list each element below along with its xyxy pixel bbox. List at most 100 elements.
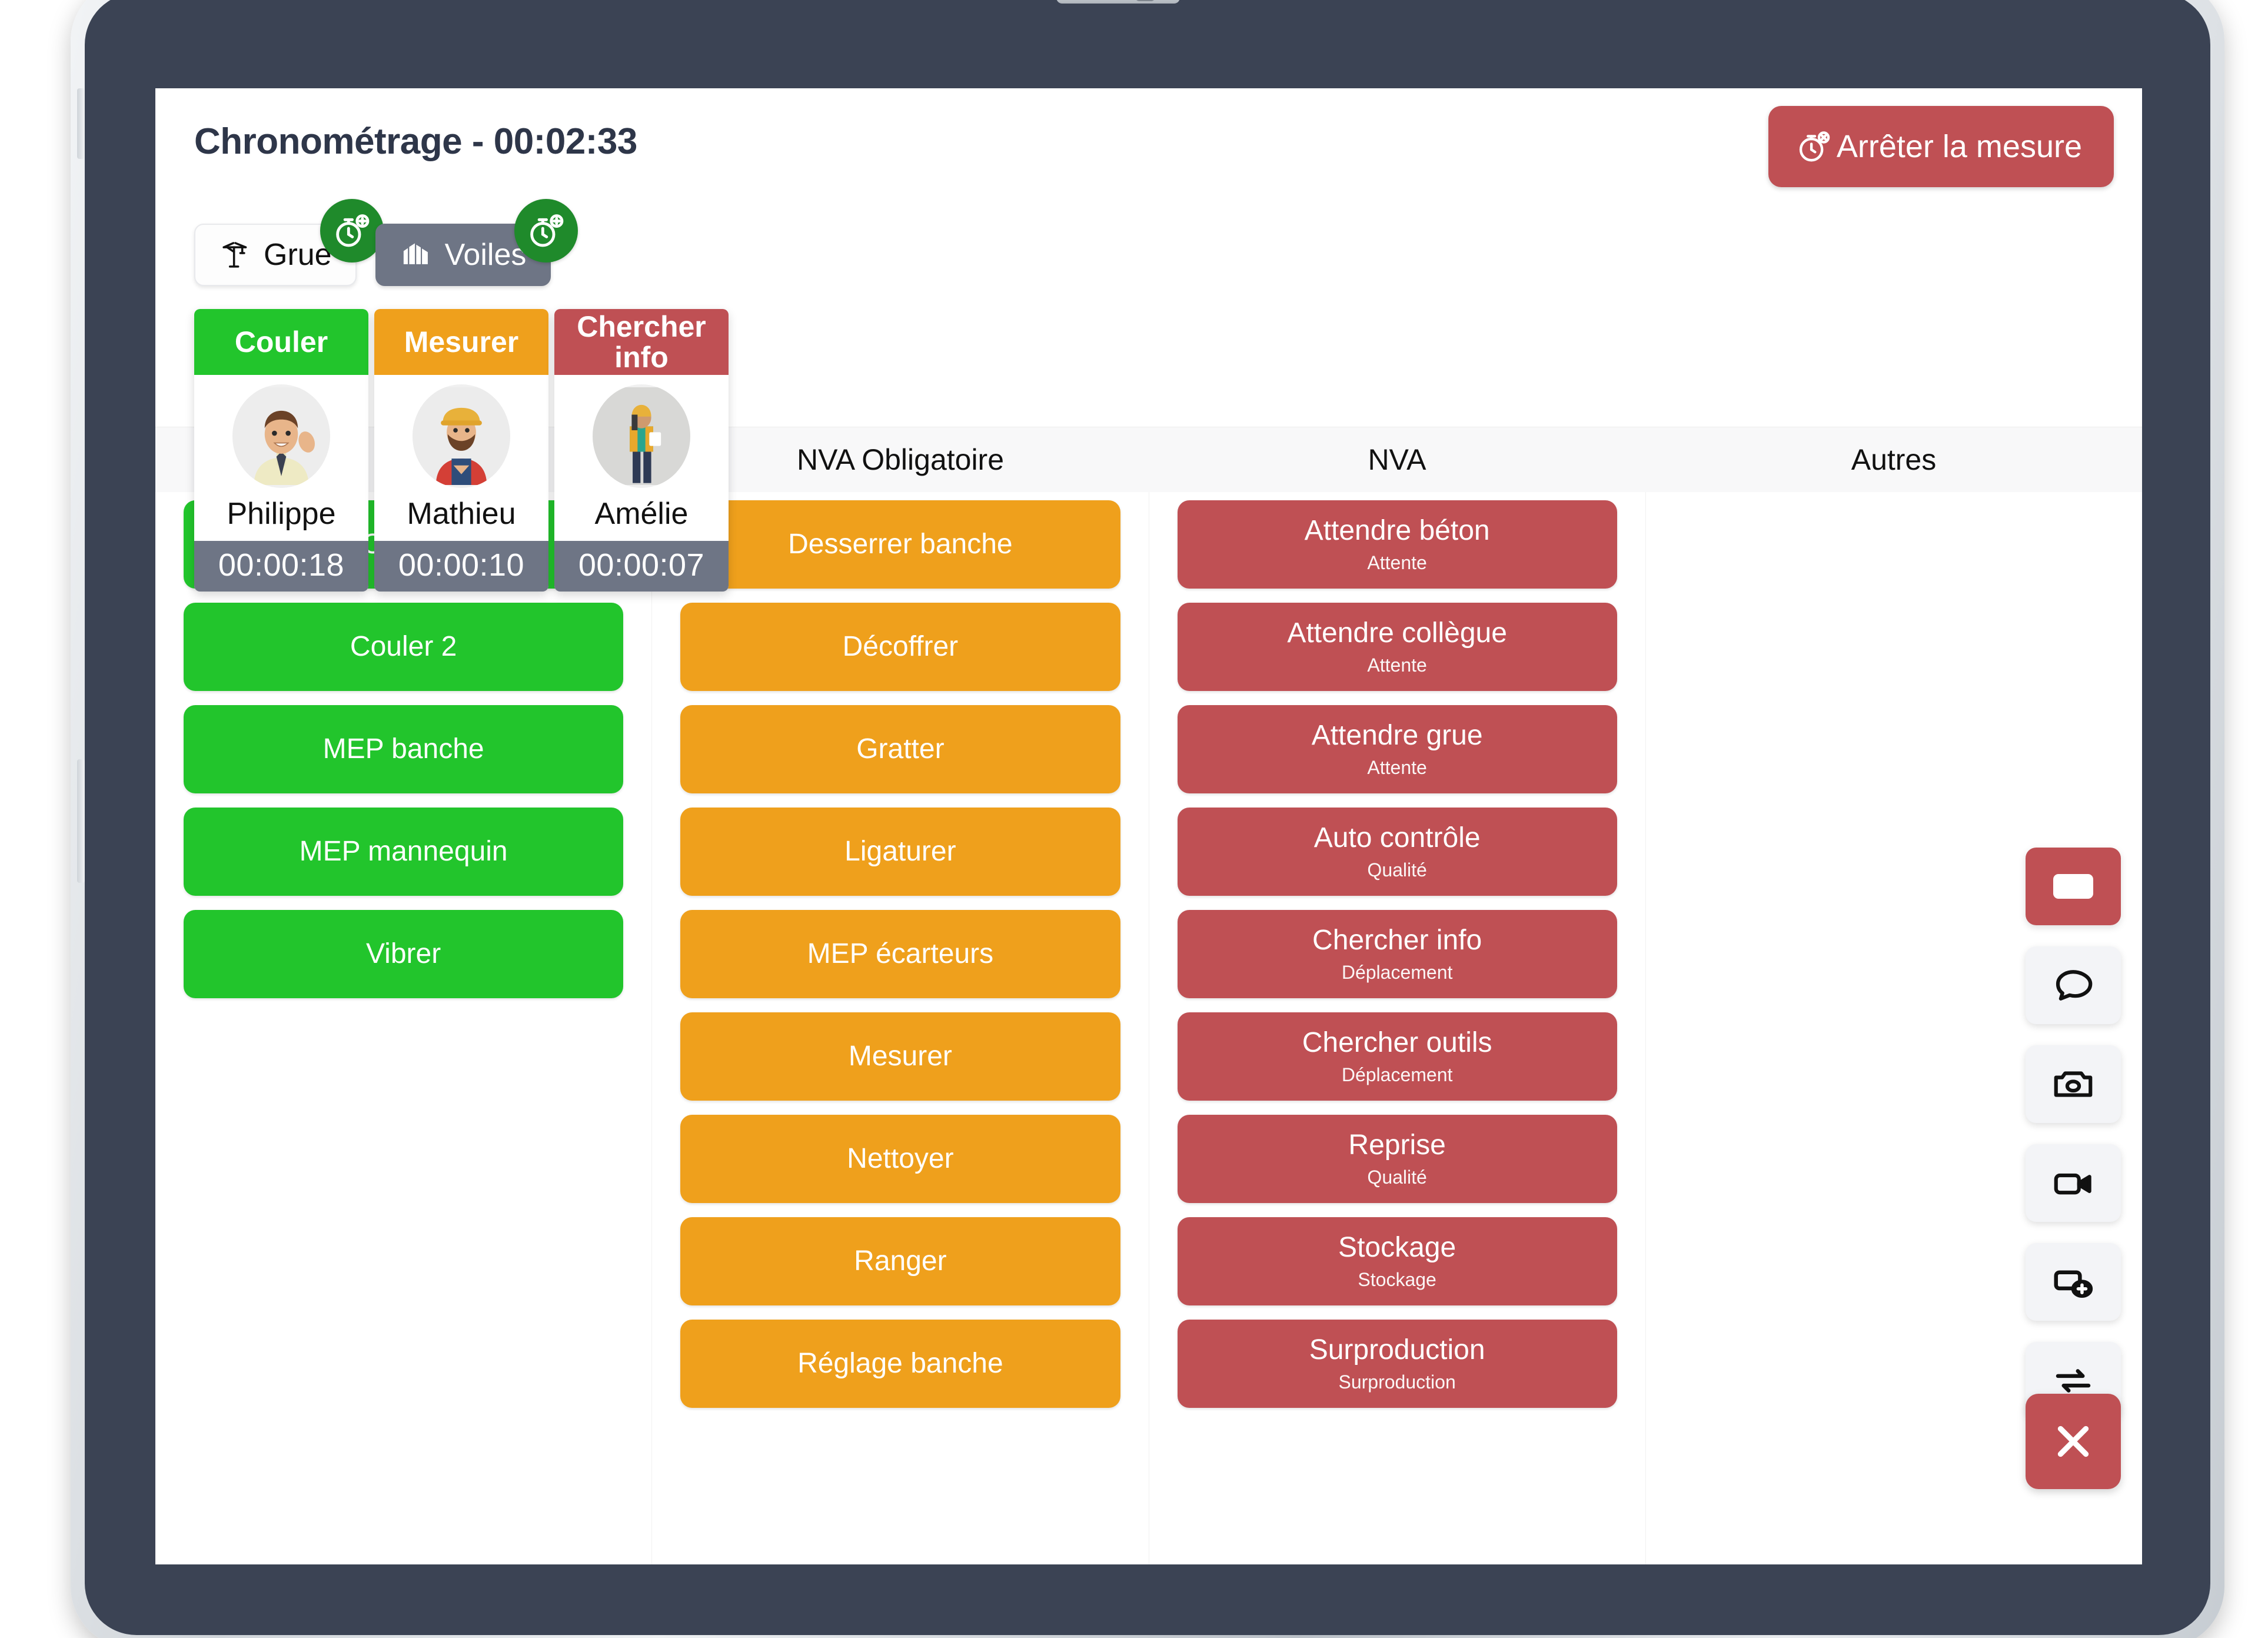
- task-button[interactable]: Attendre collègue Attente: [1177, 603, 1617, 691]
- tab-wrap-voiles: Voiles: [375, 199, 578, 286]
- tablet-power-button: [77, 88, 85, 159]
- stop-measure-button[interactable]: Arrêter la mesure: [1768, 106, 2114, 187]
- add-card-icon: [2050, 1259, 2096, 1305]
- photo-button[interactable]: [2026, 1045, 2121, 1123]
- task-sublabel: Stockage: [1358, 1269, 1436, 1290]
- task-label: Gratter: [856, 733, 945, 765]
- comment-button[interactable]: [2026, 946, 2121, 1024]
- camera-icon: [2050, 1061, 2096, 1107]
- task-button[interactable]: Stockage Stockage: [1177, 1217, 1617, 1305]
- worker-card[interactable]: Chercher info Amélie 00:00:07: [554, 309, 729, 592]
- worker-timer: 00:00:10: [374, 541, 548, 592]
- worker-body: Mathieu: [374, 375, 548, 541]
- column-header-nva: NVA: [1368, 443, 1426, 476]
- task-label: Mesurer: [848, 1041, 952, 1072]
- close-button[interactable]: [2026, 1394, 2121, 1489]
- tab-voiles-label: Voiles: [444, 238, 527, 272]
- task-label: Nettoyer: [847, 1143, 954, 1174]
- task-sublabel: Déplacement: [1341, 962, 1453, 983]
- column-nva: Attendre béton Attente Attendre collègue…: [1148, 492, 1645, 1564]
- column-va: Couler Couler 2 MEP banche MEP mannequin…: [155, 492, 652, 1564]
- worker-current-task: Mesurer: [374, 309, 548, 375]
- task-button[interactable]: Décoffrer: [680, 603, 1120, 691]
- task-button[interactable]: Gratter: [680, 705, 1120, 793]
- task-button[interactable]: Nettoyer: [680, 1115, 1120, 1203]
- worker-timer: 00:00:18: [194, 541, 368, 592]
- close-icon: [2048, 1416, 2099, 1467]
- app-screen: Chronométrage - 00:02:33 Arrêter la mesu…: [155, 88, 2142, 1564]
- add-card-button[interactable]: [2026, 1243, 2121, 1321]
- worker-current-task: Couler: [194, 309, 368, 375]
- task-label: Surproduction: [1309, 1334, 1485, 1365]
- task-sublabel: Attente: [1367, 757, 1427, 778]
- task-button[interactable]: Chercher outils Déplacement: [1177, 1012, 1617, 1101]
- task-button[interactable]: Surproduction Surproduction: [1177, 1320, 1617, 1408]
- task-button[interactable]: MEP mannequin: [184, 808, 624, 896]
- task-label: Réglage banche: [797, 1348, 1003, 1379]
- task-label: Décoffrer: [842, 631, 959, 662]
- task-sublabel: Surproduction: [1338, 1371, 1456, 1393]
- app-header: Chronométrage - 00:02:33 Arrêter la mesu…: [155, 88, 2142, 200]
- task-button[interactable]: Reprise Qualité: [1177, 1115, 1617, 1203]
- task-label: Chercher info: [1312, 925, 1482, 956]
- worker-current-task: Chercher info: [554, 309, 729, 375]
- worker-card[interactable]: Mesurer Mathieu 00:00:10: [374, 309, 548, 592]
- column-header-autres: Autres: [1851, 443, 1937, 476]
- resource-tabs: Grue Voiles: [194, 199, 578, 286]
- worker-name: Mathieu: [407, 497, 516, 531]
- worker-name: Philippe: [227, 497, 336, 531]
- stopwatch-add-icon: [332, 211, 372, 251]
- task-button[interactable]: MEP écarteurs: [680, 910, 1120, 998]
- wall-panels-icon: [400, 238, 433, 271]
- task-sublabel: Attente: [1367, 654, 1427, 676]
- worker-cards: Couler Philippe 00:00:18 Mesurer Mathieu…: [194, 309, 729, 592]
- camera-lens-icon: [1135, 0, 1155, 1]
- tab-voiles-timer-badge[interactable]: [514, 199, 578, 263]
- page-title: Chronométrage - 00:02:33: [194, 121, 637, 162]
- tab-grue-label: Grue: [264, 238, 332, 272]
- video-button[interactable]: [2026, 1144, 2121, 1222]
- column-nva-obligatoire: Desserrer banche Décoffrer Gratter Ligat…: [651, 492, 1149, 1564]
- comment-icon: [2050, 962, 2096, 1008]
- task-button[interactable]: Attendre grue Attente: [1177, 705, 1617, 793]
- task-label: MEP banche: [322, 733, 484, 765]
- tab-grue-timer-badge[interactable]: [320, 199, 384, 263]
- task-button[interactable]: Ranger: [680, 1217, 1120, 1305]
- task-label: Reprise: [1348, 1129, 1446, 1161]
- avatar: [413, 384, 510, 488]
- task-button[interactable]: Couler 2: [184, 603, 624, 691]
- task-board: VA NVA Obligatoire NVA Autres Couler Cou…: [155, 427, 2142, 1564]
- task-label: Auto contrôle: [1313, 822, 1481, 853]
- task-button[interactable]: Réglage banche: [680, 1320, 1120, 1408]
- task-button[interactable]: Ligaturer: [680, 808, 1120, 896]
- task-button[interactable]: Chercher info Déplacement: [1177, 910, 1617, 998]
- stop-measure-label: Arrêter la mesure: [1836, 129, 2082, 164]
- task-button[interactable]: Auto contrôle Qualité: [1177, 808, 1617, 896]
- task-button[interactable]: Desserrer banche: [680, 500, 1120, 589]
- crane-icon: [219, 238, 252, 271]
- worker-body: Amélie: [554, 375, 729, 541]
- task-sublabel: Qualité: [1367, 859, 1427, 881]
- task-label: Couler 2: [350, 631, 457, 662]
- task-label: Chercher outils: [1302, 1027, 1492, 1058]
- task-sublabel: Attente: [1367, 552, 1427, 573]
- task-label: Attendre collègue: [1287, 617, 1507, 649]
- task-label: Stockage: [1338, 1232, 1456, 1263]
- worker-card[interactable]: Couler Philippe 00:00:18: [194, 309, 368, 592]
- task-button[interactable]: Attendre béton Attente: [1177, 500, 1617, 589]
- task-label: MEP écarteurs: [807, 938, 994, 969]
- stop-recording-button[interactable]: [2026, 848, 2121, 925]
- worker-timer: 00:00:07: [554, 541, 729, 592]
- task-sublabel: Déplacement: [1341, 1064, 1453, 1085]
- task-button[interactable]: Mesurer: [680, 1012, 1120, 1101]
- avatar: [232, 384, 330, 488]
- video-icon: [2050, 1160, 2096, 1206]
- task-label: Ranger: [854, 1245, 947, 1277]
- task-button[interactable]: Vibrer: [184, 910, 624, 998]
- side-toolbar: [2026, 848, 2121, 1420]
- tab-wrap-grue: Grue: [194, 199, 384, 286]
- task-button[interactable]: MEP banche: [184, 705, 624, 793]
- task-label: Desserrer banche: [788, 529, 1013, 560]
- board-columns: Couler Couler 2 MEP banche MEP mannequin…: [155, 492, 2142, 1564]
- task-label: Attendre grue: [1311, 720, 1483, 751]
